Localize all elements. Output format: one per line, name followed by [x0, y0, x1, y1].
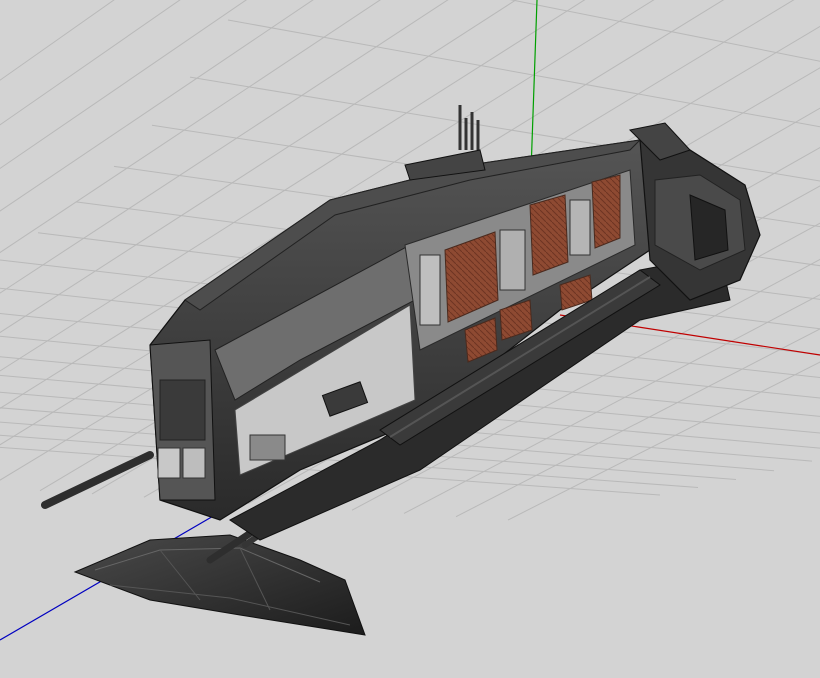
grid-line — [342, 0, 820, 20]
grid-line — [509, 0, 820, 62]
viewport-canvas[interactable] — [0, 0, 820, 678]
3d-viewport[interactable] — [0, 0, 820, 678]
